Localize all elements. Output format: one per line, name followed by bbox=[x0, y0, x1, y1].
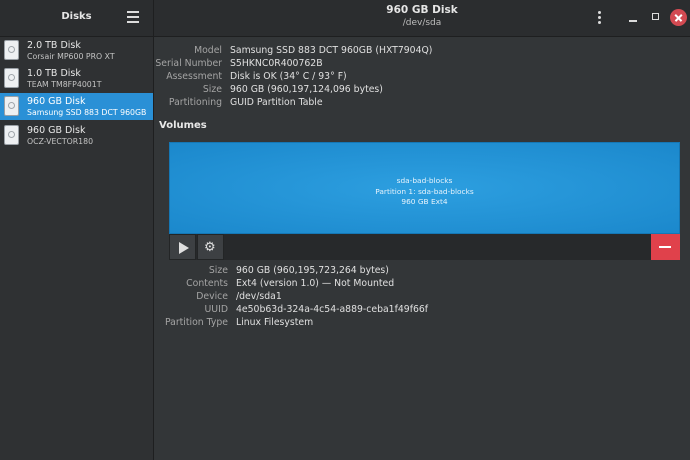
disk-size-value: 960 GB (960,197,124,096 bytes) bbox=[230, 84, 383, 95]
partition-settings-button[interactable]: ⚙ bbox=[197, 234, 224, 260]
uuid-row: UUID 4e50b63d-324a-4c54-a889-ceba1f49f66… bbox=[204, 304, 429, 317]
disk-item-name: 2.0 TB Disk bbox=[27, 40, 81, 51]
contents-row: Contents Ext4 (version 1.0) — Not Mounte… bbox=[186, 278, 395, 291]
disk-list: 2.0 TB Disk Corsair MP600 PRO XT 1.0 TB … bbox=[0, 37, 154, 460]
disk-title: 960 GB Disk bbox=[386, 4, 458, 16]
hamburger-menu-icon bbox=[127, 11, 139, 13]
partition-size-type: 960 GB Ext4 bbox=[401, 197, 448, 206]
maximize-icon bbox=[652, 13, 659, 20]
minus-icon bbox=[659, 246, 671, 248]
play-icon bbox=[179, 242, 189, 254]
sidebar-header: Disks bbox=[0, 0, 154, 36]
serial-value: S5HKNC0R400762B bbox=[230, 58, 323, 69]
serial-row: Serial Number S5HKNC0R400762B bbox=[155, 58, 323, 71]
disk-size-row: Size 960 GB (960,197,124,096 bytes) bbox=[203, 84, 383, 97]
disk-menu-button[interactable] bbox=[597, 10, 603, 26]
partition-size-value: 960 GB (960,195,723,264 bytes) bbox=[236, 265, 389, 276]
disk-item-model: Samsung SSD 883 DCT 960GB bbox=[27, 108, 147, 117]
disk-item-name: 1.0 TB Disk bbox=[27, 68, 81, 79]
device-value: /dev/sda1 bbox=[236, 291, 282, 302]
more-vertical-icon bbox=[598, 11, 601, 14]
uuid-value: 4e50b63d-324a-4c54-a889-ceba1f49f66f bbox=[236, 304, 429, 315]
assessment-row: Assessment Disk is OK (34° C / 93° F) bbox=[166, 71, 347, 84]
delete-partition-button[interactable] bbox=[651, 234, 680, 260]
disk-item-960gb-samsung[interactable]: 960 GB Disk Samsung SSD 883 DCT 960GB bbox=[0, 93, 153, 120]
disk-item-1tb[interactable]: 1.0 TB Disk TEAM TM8FP4001T bbox=[0, 65, 153, 92]
drive-harddisk-icon bbox=[4, 40, 19, 60]
model-value: Samsung SSD 883 DCT 960GB (HXT7904Q) bbox=[230, 45, 433, 56]
disk-item-960gb-ocz[interactable]: 960 GB Disk OCZ-VECTOR180 bbox=[0, 122, 153, 149]
header-bar: Disks 960 GB Disk /dev/sda bbox=[0, 0, 690, 37]
assessment-value: Disk is OK (34° C / 93° F) bbox=[230, 71, 347, 82]
volumes-heading: Volumes bbox=[159, 120, 207, 131]
disk-item-model: Corsair MP600 PRO XT bbox=[27, 52, 115, 61]
drive-harddisk-icon bbox=[4, 125, 19, 145]
partitioning-label: Partitioning bbox=[168, 97, 222, 108]
partition-number: Partition 1: sda-bad-blocks bbox=[375, 186, 474, 196]
disk-item-2tb[interactable]: 2.0 TB Disk Corsair MP600 PRO XT bbox=[0, 37, 153, 64]
partition-label: sda-bad-blocks Partition 1: sda-bad-bloc… bbox=[170, 176, 679, 208]
disk-size-label: Size bbox=[202, 84, 222, 95]
partition-type-label: Partition Type bbox=[164, 317, 228, 328]
assessment-label: Assessment bbox=[166, 71, 222, 82]
partition-block[interactable]: sda-bad-blocks Partition 1: sda-bad-bloc… bbox=[169, 142, 680, 234]
disk-device-path: /dev/sda bbox=[402, 18, 442, 28]
disk-item-model: OCZ-VECTOR180 bbox=[27, 137, 94, 146]
drive-harddisk-icon bbox=[4, 96, 19, 116]
device-row: Device /dev/sda1 bbox=[196, 291, 282, 304]
hamburger-menu-icon-line bbox=[127, 21, 139, 23]
volume-toolbar: ⚙ bbox=[169, 234, 680, 260]
close-button[interactable] bbox=[670, 9, 687, 26]
contents-value: Ext4 (version 1.0) — Not Mounted bbox=[236, 278, 395, 289]
model-row: Model Samsung SSD 883 DCT 960GB (HXT7904… bbox=[194, 45, 433, 58]
minimize-button[interactable] bbox=[626, 10, 640, 24]
window-title: 960 GB Disk /dev/sda bbox=[154, 4, 690, 28]
disk-item-name: 960 GB Disk bbox=[27, 96, 86, 107]
disk-item-name: 960 GB Disk bbox=[27, 125, 86, 136]
mount-button[interactable] bbox=[169, 234, 196, 260]
more-vertical-icon-dot bbox=[598, 16, 601, 19]
maximize-button[interactable] bbox=[649, 10, 663, 24]
partition-size-label: Size bbox=[208, 265, 228, 276]
disk-details: Model Samsung SSD 883 DCT 960GB (HXT7904… bbox=[154, 37, 690, 460]
menu-button[interactable] bbox=[125, 10, 141, 24]
disk-item-model: TEAM TM8FP4001T bbox=[27, 80, 102, 89]
minimize-icon bbox=[629, 20, 637, 22]
contents-label: Contents bbox=[186, 278, 228, 289]
partition-size-row: Size 960 GB (960,195,723,264 bytes) bbox=[209, 265, 389, 278]
hamburger-menu-icon-line bbox=[127, 16, 139, 18]
partitioning-value: GUID Partition Table bbox=[230, 97, 323, 108]
uuid-label: UUID bbox=[204, 304, 228, 315]
partitioning-row: Partitioning GUID Partition Table bbox=[169, 97, 323, 110]
partition-name: sda-bad-blocks bbox=[396, 176, 453, 185]
more-vertical-icon-dot bbox=[598, 21, 601, 24]
partition-type-row: Partition Type Linux Filesystem bbox=[165, 317, 314, 330]
disks-window: Disks 960 GB Disk /dev/sda 2.0 TB Disk C… bbox=[0, 0, 690, 460]
partition-type-value: Linux Filesystem bbox=[236, 317, 314, 328]
device-label: Device bbox=[196, 291, 228, 302]
model-label: Model bbox=[194, 45, 222, 56]
gear-icon: ⚙ bbox=[204, 240, 216, 255]
drive-harddisk-icon bbox=[4, 68, 19, 88]
serial-label: Serial Number bbox=[155, 58, 222, 69]
